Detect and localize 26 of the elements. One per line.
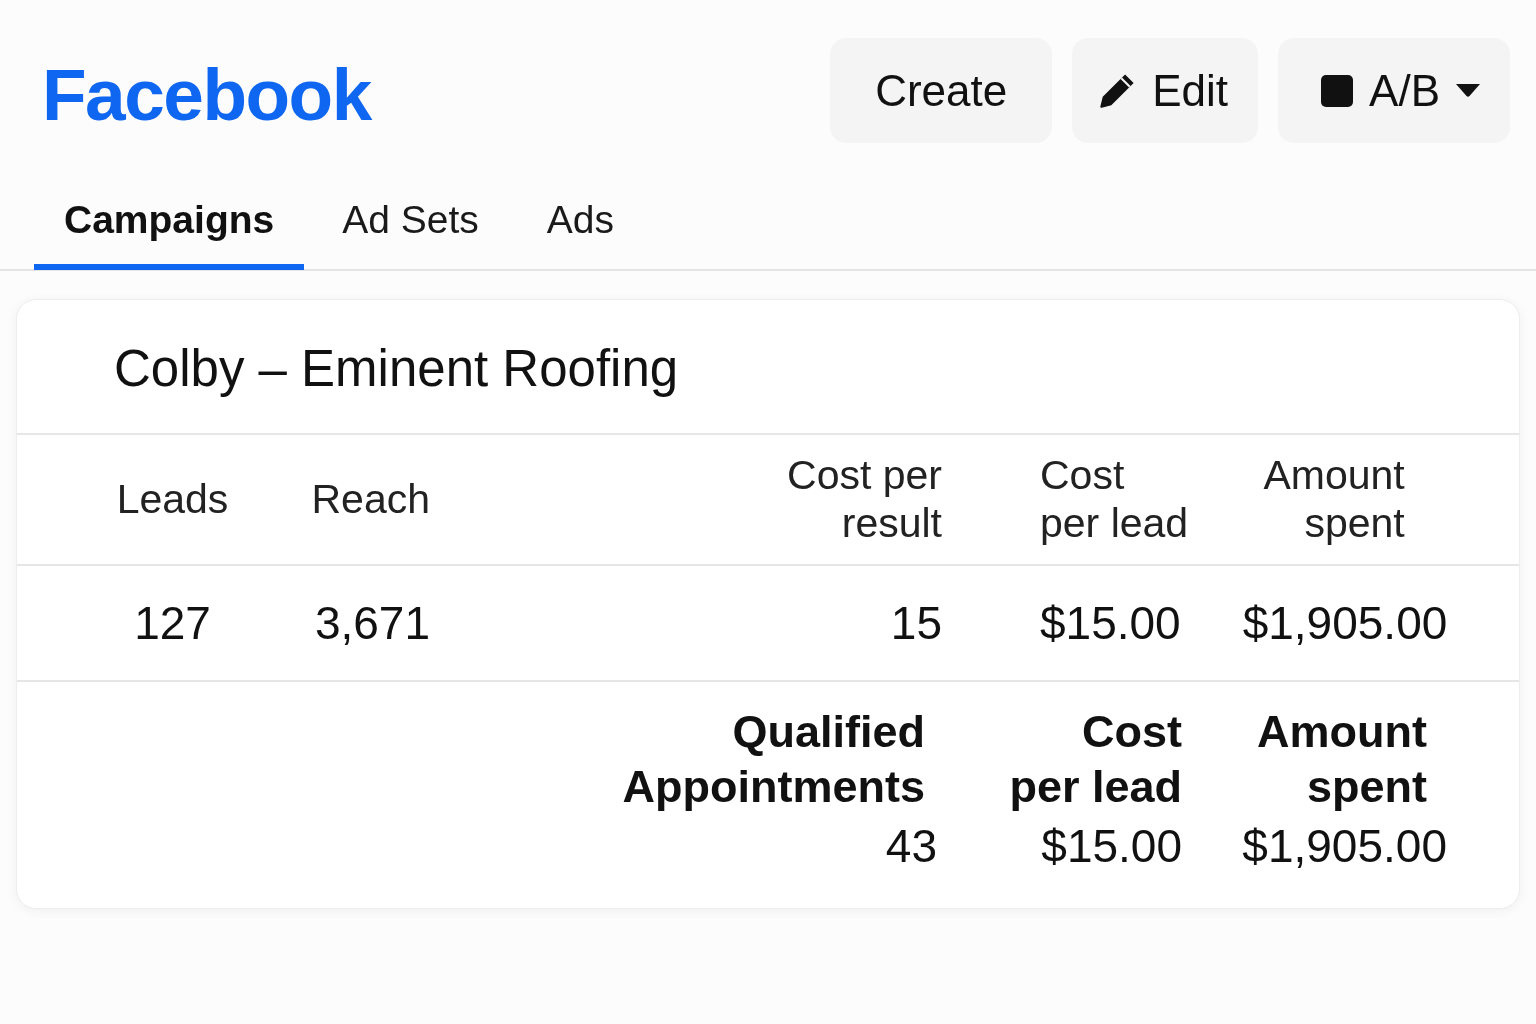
summary-value: $15.00 [1041,819,1182,874]
summary-value: $1,905.00 [1242,819,1447,874]
table-cell: 127 [134,596,211,650]
column-header: Cost per result [786,451,942,548]
summary-label: Cost per lead [1008,705,1182,814]
summary-label: Amount spent [1256,705,1427,814]
dropdown-button[interactable]: A/B [1278,38,1510,143]
square-icon [1321,74,1354,107]
caret-down-icon [1456,84,1480,97]
column-header: Reach [311,475,430,524]
brand-logo: Facebook [42,58,371,131]
table-cell: $15.00 [1040,596,1181,650]
tab[interactable]: Ads [516,170,644,270]
edit-button[interactable]: Edit [1072,38,1259,143]
table-cell: $1,905.00 [1242,596,1448,650]
table-cell: 3,671 [314,596,430,650]
create-button[interactable]: Create [830,38,1053,143]
column-header: Leads [116,475,229,524]
summary-label: Qualified Appointments [621,705,925,814]
tab[interactable]: Ad Sets [312,170,509,270]
column-header: Cost per lead [1040,451,1190,548]
column-header: Amount spent [1262,451,1405,548]
tab[interactable]: Campaigns [34,170,305,270]
campaign-title: Colby – Eminent Roofing [114,339,679,398]
table-cell: 15 [890,596,942,650]
summary-value: 43 [885,819,937,874]
